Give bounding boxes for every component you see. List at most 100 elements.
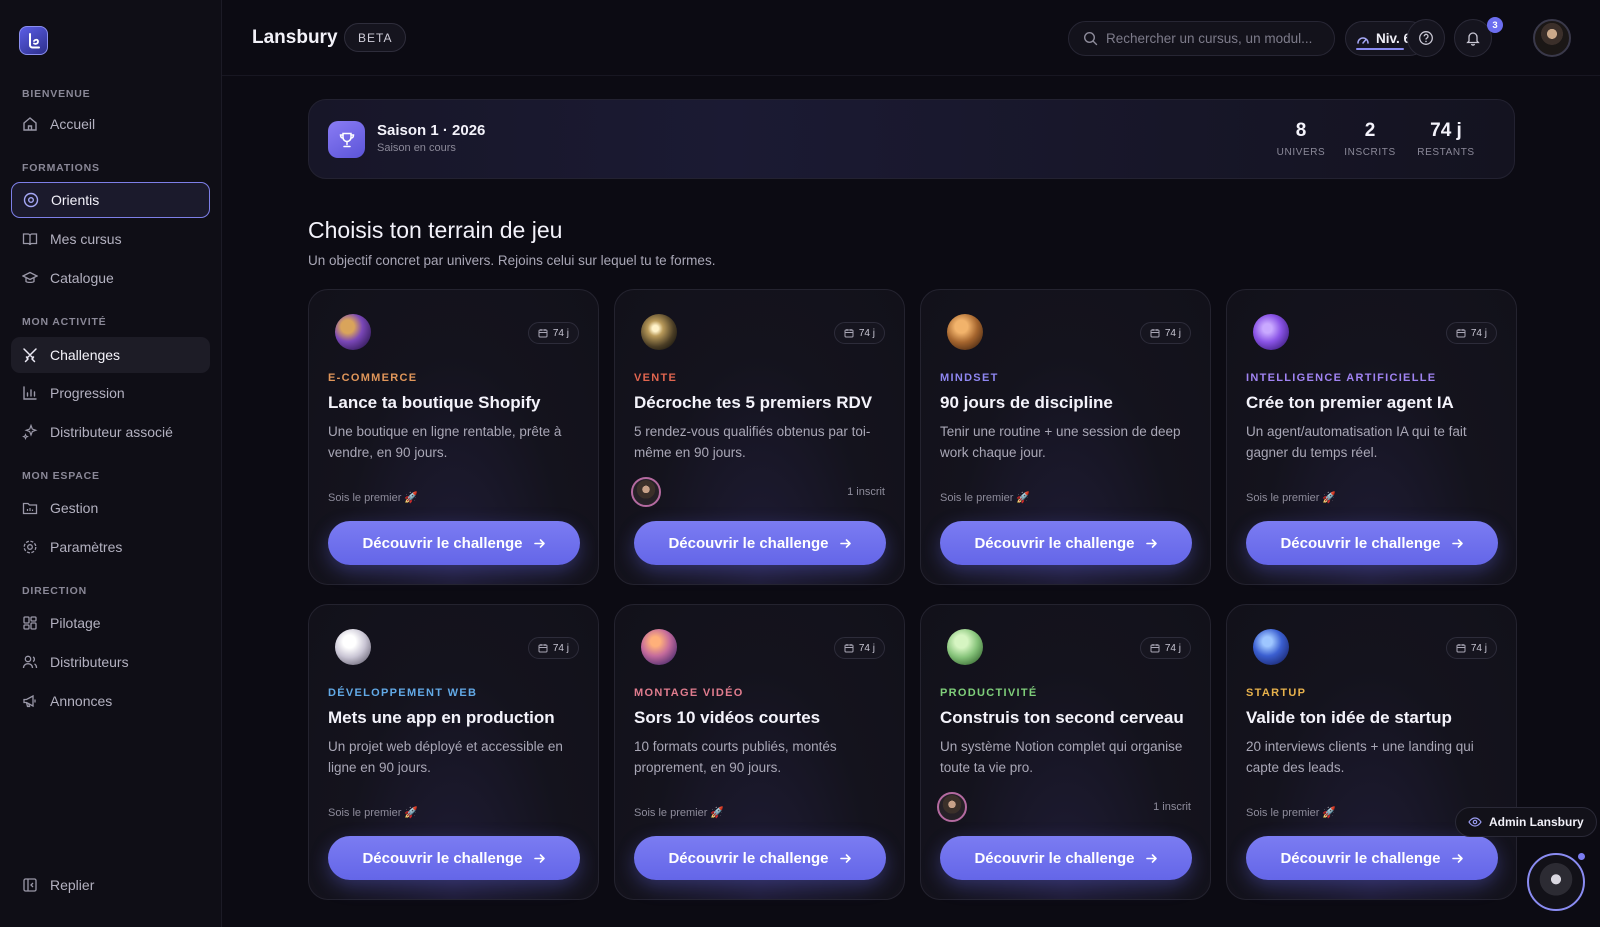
challenge-card[interactable]: 74 j DÉVELOPPEMENT WEB Mets une app en pro… — [308, 604, 599, 900]
sidebar-item-gestion[interactable]: Gestion — [11, 490, 210, 526]
sidebar-item-label: Accueil — [50, 116, 96, 132]
sidebar: BIENVENUE Accueil FORMATIONS Orientis Me… — [0, 0, 222, 927]
sidebar-item-label: Orientis — [51, 192, 100, 208]
challenge-card[interactable]: 74 j VENTE Décroche tes 5 premiers RDV 5 re… — [614, 289, 905, 585]
admin-view-toggle[interactable]: Admin Lansbury — [1455, 807, 1597, 837]
swords-icon — [22, 347, 38, 363]
notification-count-badge: 3 — [1487, 17, 1503, 33]
discover-challenge-button[interactable]: Découvrir le challenge — [1246, 521, 1498, 565]
challenge-description: Un système Notion complet qui organise t… — [940, 739, 1183, 775]
level-label: Niv. 6 — [1376, 31, 1412, 46]
discover-challenge-button[interactable]: Découvrir le challenge — [328, 836, 580, 880]
days-remaining-tag: 74 j — [833, 322, 885, 344]
sidebar-item-orientis[interactable]: Orientis — [11, 182, 210, 218]
brand-name: Lansbury — [252, 27, 338, 48]
settings-icon — [22, 539, 38, 555]
stat-value: 8 — [1295, 120, 1307, 141]
days-label: 74 j — [1470, 642, 1487, 654]
search-input[interactable]: Rechercher un cursus, un modul... — [1068, 21, 1335, 56]
challenge-description: 20 interviews clients + une landing qui … — [1246, 739, 1474, 775]
sidebar-item-label: Distributeurs — [50, 654, 129, 670]
sidebar-item-accueil[interactable]: Accueil — [11, 106, 210, 142]
days-remaining-tag: 74 j — [1445, 322, 1497, 344]
sidebar-collapse-button[interactable]: Replier — [11, 867, 210, 903]
sidebar-item-distributeur-associe[interactable]: Distributeur associé — [11, 414, 210, 450]
sidebar-item-pilotage[interactable]: Pilotage — [11, 605, 210, 641]
challenge-description: Une boutique en ligne rentable, prête à … — [328, 424, 562, 460]
challenge-description: Un projet web déployé et accessible en l… — [328, 739, 563, 775]
challenge-card[interactable]: 74 j MONTAGE VIDÉO Sors 10 vidéos courtes 1… — [614, 604, 905, 900]
section-bienvenue: BIENVENUE — [22, 88, 91, 100]
challenge-category: MINDSET — [940, 372, 999, 384]
discover-challenge-button[interactable]: Découvrir le challenge — [328, 521, 580, 565]
discover-challenge-button[interactable]: Découvrir le challenge — [634, 521, 886, 565]
season-banner: Saison 1 · 2026 Saison en cours 8 UNIVER… — [308, 99, 1515, 179]
days-remaining-tag: 74 j — [527, 637, 579, 659]
sidebar-item-mes-cursus[interactable]: Mes cursus — [11, 221, 210, 257]
days-label: 74 j — [858, 327, 875, 339]
sidebar-item-label: Distributeur associé — [50, 424, 173, 440]
sidebar-item-catalogue[interactable]: Catalogue — [11, 260, 210, 296]
search-placeholder: Rechercher un cursus, un modul... — [1106, 31, 1313, 46]
challenge-title: Construis ton second cerveau — [940, 708, 1184, 727]
arrow-right-icon — [1145, 537, 1158, 550]
sparkles-icon — [22, 424, 38, 440]
sidebar-item-progression[interactable]: Progression — [11, 375, 210, 411]
book-icon — [22, 231, 38, 247]
arrow-right-icon — [1145, 852, 1158, 865]
sidebar-item-label: Mes cursus — [50, 231, 122, 247]
challenge-card[interactable]: 74 j E-COMMERCE Lance ta boutique Shopify U… — [308, 289, 599, 585]
challenge-card[interactable]: 74 j PRODUCTIVITÉ Construis ton second cer… — [920, 604, 1211, 900]
sidebar-item-distributeurs[interactable]: Distributeurs — [11, 644, 210, 680]
sidebar-item-annonces[interactable]: Annonces — [11, 683, 210, 719]
season-subtitle: Saison en cours — [377, 142, 456, 154]
challenge-title: Valide ton idée de startup — [1246, 708, 1452, 727]
cta-label: Découvrir le challenge — [668, 849, 829, 867]
challenge-category: INTELLIGENCE ARTIFICIELLE — [1246, 372, 1437, 384]
days-label: 74 j — [1164, 642, 1181, 654]
be-first-label: Sois le premier 🚀 — [1246, 492, 1337, 504]
discover-challenge-button[interactable]: Découvrir le challenge — [634, 836, 886, 880]
bell-icon — [1465, 30, 1481, 46]
discover-challenge-button[interactable]: Découvrir le challenge — [940, 836, 1192, 880]
calendar-icon — [1456, 328, 1466, 338]
challenge-card[interactable]: 74 j INTELLIGENCE ARTIFICIELLE Crée ton pr… — [1226, 289, 1517, 585]
be-first-label: Sois le premier 🚀 — [634, 807, 725, 819]
days-label: 74 j — [858, 642, 875, 654]
calendar-icon — [538, 328, 548, 338]
challenge-card[interactable]: 74 j MINDSET 90 jours de discipline Tenir u… — [920, 289, 1211, 585]
sidebar-item-challenges[interactable]: Challenges — [11, 337, 210, 373]
section-formations: FORMATIONS — [22, 162, 100, 174]
section-direction: DIRECTION — [22, 585, 87, 597]
days-remaining-tag: 74 j — [1139, 322, 1191, 344]
stat-inscrits: 2 INSCRITS — [1340, 120, 1400, 158]
calendar-icon — [1150, 328, 1160, 338]
discover-challenge-button[interactable]: Découvrir le challenge — [1246, 836, 1498, 880]
cta-label: Découvrir le challenge — [362, 849, 523, 867]
days-remaining-tag: 74 j — [1139, 637, 1191, 659]
sidebar-item-label: Challenges — [50, 347, 121, 363]
arrow-right-icon — [533, 537, 546, 550]
app-logo[interactable] — [19, 26, 48, 55]
stat-value: 74 j — [1430, 120, 1462, 141]
participant-avatar — [937, 792, 967, 822]
user-avatar[interactable] — [1533, 19, 1571, 57]
days-label: 74 j — [1470, 327, 1487, 339]
challenge-category: STARTUP — [1246, 687, 1307, 699]
challenge-card[interactable]: 74 j STARTUP Valide ton idée de startup 20 … — [1226, 604, 1517, 900]
assistant-status-dot — [1576, 851, 1587, 862]
planet-icon — [641, 314, 677, 350]
sidebar-item-label: Paramètres — [50, 539, 123, 555]
home-icon — [22, 116, 38, 132]
planet-icon — [1253, 314, 1289, 350]
sidebar-item-parametres[interactable]: Paramètres — [11, 529, 210, 565]
section-mon-espace: MON ESPACE — [22, 470, 100, 482]
challenge-title: Lance ta boutique Shopify — [328, 393, 541, 412]
assistant-avatar[interactable] — [1527, 853, 1585, 911]
challenge-description: 10 formats courts publiés, montés propre… — [634, 739, 837, 775]
discover-challenge-button[interactable]: Découvrir le challenge — [940, 521, 1192, 565]
search-icon — [1083, 31, 1098, 46]
challenge-title: Décroche tes 5 premiers RDV — [634, 393, 873, 412]
challenge-category: E-COMMERCE — [328, 372, 418, 384]
help-button[interactable] — [1407, 19, 1445, 57]
